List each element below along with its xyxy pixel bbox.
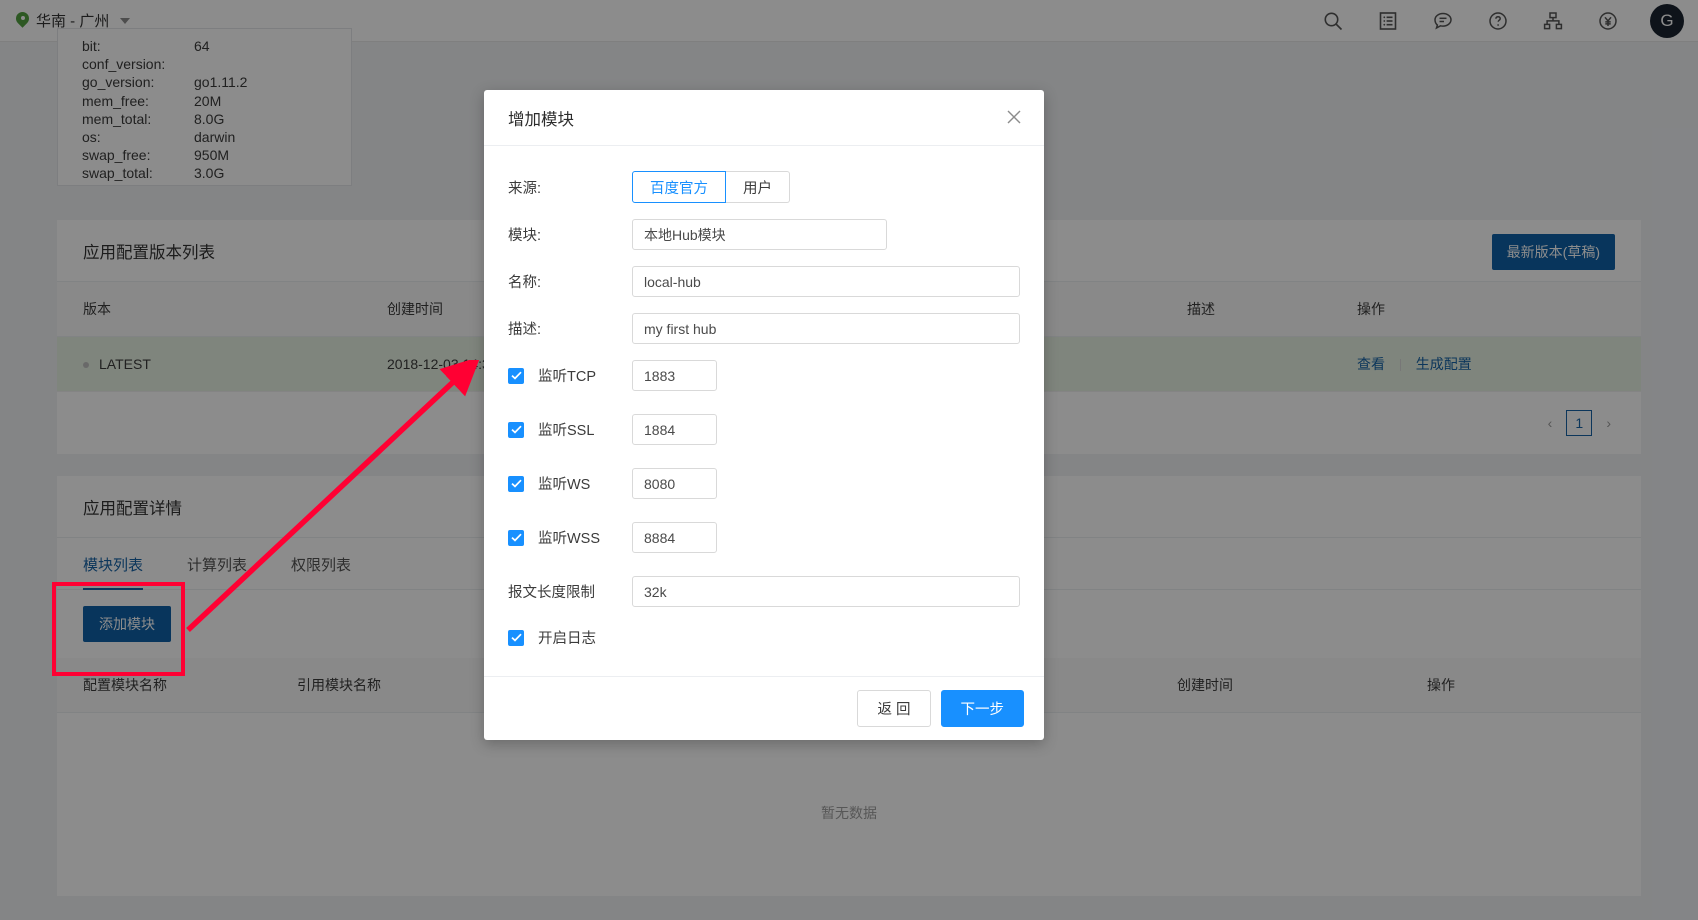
next-button[interactable]: 下一步 (941, 690, 1025, 727)
listen-ws-port-input[interactable] (632, 468, 717, 499)
name-label: 名称: (508, 271, 632, 292)
listen-tcp-control (632, 360, 1020, 391)
source-label: 来源: (508, 177, 632, 198)
name-row: 名称: (508, 266, 1020, 297)
enable-log-row: 开启日志 (508, 627, 1020, 648)
source-option-user[interactable]: 用户 (726, 171, 790, 203)
msg-limit-row: 报文长度限制 (508, 576, 1020, 607)
source-row: 来源: 百度官方 用户 (508, 171, 1020, 203)
listen-wss-row: 监听WSS (508, 522, 1020, 553)
enable-log-label-group: 开启日志 (508, 627, 632, 648)
listen-tcp-label: 监听TCP (538, 365, 596, 386)
name-input[interactable] (632, 266, 1020, 297)
listen-ssl-control (632, 414, 1020, 445)
listen-tcp-port-input[interactable] (632, 360, 717, 391)
listen-wss-control (632, 522, 1020, 553)
listen-ssl-row: 监听SSL (508, 414, 1020, 445)
listen-wss-label-group: 监听WSS (508, 527, 632, 548)
back-button[interactable]: 返 回 (857, 690, 930, 727)
listen-tcp-label-group: 监听TCP (508, 365, 632, 386)
listen-tcp-row: 监听TCP (508, 360, 1020, 391)
module-label: 模块: (508, 224, 632, 245)
listen-tcp-checkbox[interactable] (508, 368, 524, 384)
listen-wss-port-input[interactable] (632, 522, 717, 553)
source-segmented-control: 百度官方 用户 (632, 171, 1020, 203)
modal-header: 增加模块 (484, 90, 1044, 146)
listen-ws-control (632, 468, 1020, 499)
module-select[interactable] (632, 219, 887, 250)
modal-body: 来源: 百度官方 用户 模块: 名称: (484, 146, 1044, 676)
msg-limit-label: 报文长度限制 (508, 581, 632, 602)
module-control (632, 219, 1020, 250)
listen-wss-checkbox[interactable] (508, 530, 524, 546)
close-icon[interactable] (1004, 107, 1024, 127)
desc-label: 描述: (508, 318, 632, 339)
modal-footer: 返 回 下一步 (484, 676, 1044, 740)
listen-wss-label: 监听WSS (538, 527, 600, 548)
listen-ws-label: 监听WS (538, 473, 590, 494)
enable-log-label: 开启日志 (538, 627, 596, 648)
name-control (632, 266, 1020, 297)
enable-log-checkbox[interactable] (508, 630, 524, 646)
listen-ssl-checkbox[interactable] (508, 422, 524, 438)
msg-limit-input[interactable] (632, 576, 1020, 607)
screen: 华南 - 广州 (0, 0, 1698, 920)
desc-control (632, 313, 1020, 344)
listen-ws-label-group: 监听WS (508, 473, 632, 494)
add-module-modal: 增加模块 来源: 百度官方 用户 模块: (484, 90, 1044, 740)
listen-ssl-label-group: 监听SSL (508, 419, 632, 440)
msg-limit-control (632, 576, 1020, 607)
source-control: 百度官方 用户 (632, 171, 1020, 203)
listen-ssl-port-input[interactable] (632, 414, 717, 445)
source-option-official[interactable]: 百度官方 (632, 171, 726, 203)
modal-title: 增加模块 (508, 106, 574, 130)
desc-row: 描述: (508, 313, 1020, 344)
desc-input[interactable] (632, 313, 1020, 344)
listen-ws-row: 监听WS (508, 468, 1020, 499)
listen-ws-checkbox[interactable] (508, 476, 524, 492)
module-row: 模块: (508, 219, 1020, 250)
listen-ssl-label: 监听SSL (538, 419, 594, 440)
